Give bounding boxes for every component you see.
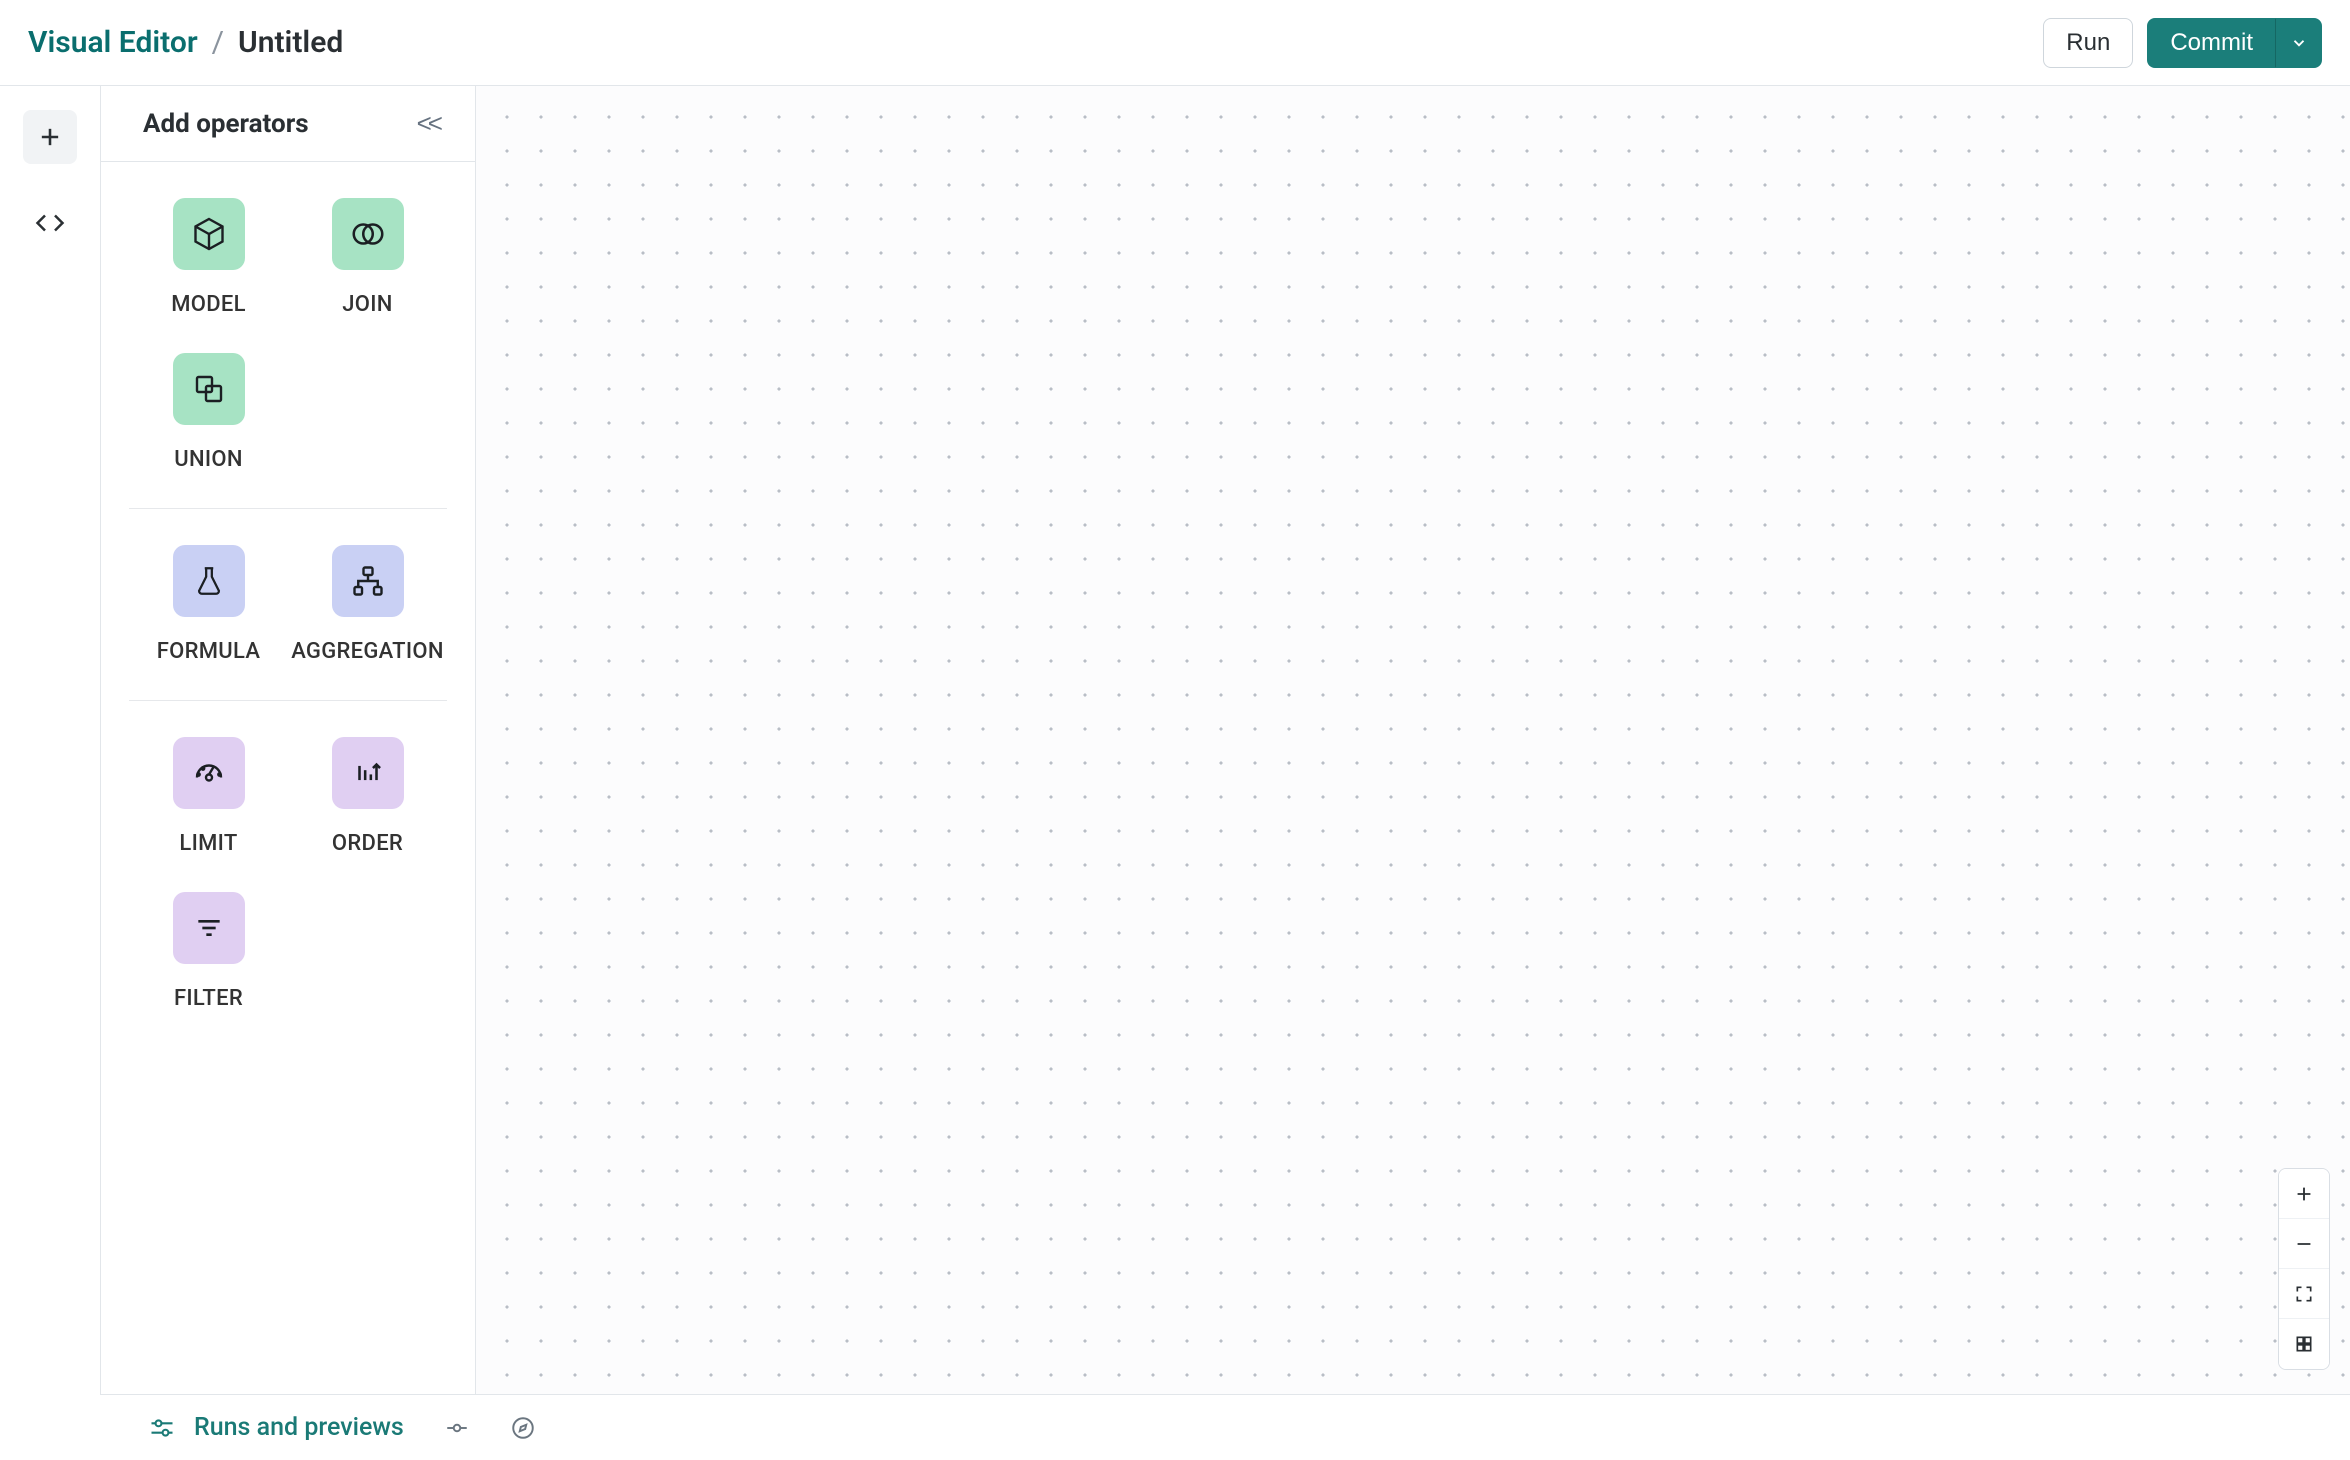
runs-previews-button[interactable]: Runs and previews bbox=[148, 1413, 404, 1442]
operator-label: FILTER bbox=[174, 986, 243, 1011]
collapse-panel-button[interactable]: << bbox=[417, 108, 439, 139]
plus-icon bbox=[2293, 1183, 2315, 1205]
left-toolbar bbox=[0, 86, 100, 1394]
chevron-left-double-icon: << bbox=[417, 108, 439, 138]
venn-icon bbox=[332, 198, 404, 270]
shapes-union-icon bbox=[173, 353, 245, 425]
app-name-link[interactable]: Visual Editor bbox=[28, 25, 198, 60]
operator-aggregation[interactable]: AGGREGATION bbox=[288, 545, 447, 664]
runs-previews-label: Runs and previews bbox=[194, 1413, 404, 1442]
operator-list: MODEL JOIN UNION bbox=[101, 162, 475, 1047]
chevron-down-icon bbox=[2290, 34, 2308, 52]
operator-label: UNION bbox=[174, 447, 243, 472]
commit-dropdown-button[interactable] bbox=[2276, 18, 2322, 68]
compass-icon[interactable] bbox=[510, 1415, 536, 1441]
gauge-icon bbox=[173, 737, 245, 809]
code-icon bbox=[35, 208, 65, 238]
operators-panel: Add operators << MODEL JOIN bbox=[100, 86, 476, 1394]
panel-header: Add operators << bbox=[101, 86, 475, 162]
operator-label: LIMIT bbox=[179, 831, 237, 856]
zoom-in-button[interactable] bbox=[2279, 1169, 2329, 1219]
operator-union[interactable]: UNION bbox=[129, 353, 288, 472]
sort-icon bbox=[332, 737, 404, 809]
header-actions: Run Commit bbox=[2043, 18, 2322, 68]
run-button[interactable]: Run bbox=[2043, 18, 2133, 68]
operator-group-inputs: MODEL JOIN UNION bbox=[129, 198, 447, 508]
operator-limit[interactable]: LIMIT bbox=[129, 737, 288, 856]
operator-model[interactable]: MODEL bbox=[129, 198, 288, 317]
operator-formula[interactable]: FORMULA bbox=[129, 545, 288, 664]
grid-icon bbox=[2294, 1334, 2314, 1354]
breadcrumb: Visual Editor / Untitled bbox=[28, 25, 343, 60]
group-divider bbox=[129, 700, 447, 701]
document-title[interactable]: Untitled bbox=[238, 25, 343, 60]
operator-label: AGGREGATION bbox=[291, 639, 444, 664]
zoom-out-button[interactable] bbox=[2279, 1219, 2329, 1269]
cube-icon bbox=[173, 198, 245, 270]
canvas-container bbox=[476, 86, 2350, 1394]
flask-icon bbox=[173, 545, 245, 617]
commit-button-group: Commit bbox=[2147, 18, 2322, 68]
commit-button[interactable]: Commit bbox=[2147, 18, 2276, 68]
panel-title: Add operators bbox=[143, 109, 309, 139]
minus-icon bbox=[2293, 1233, 2315, 1255]
operator-label: MODEL bbox=[171, 292, 246, 317]
add-tool-button[interactable] bbox=[23, 110, 77, 164]
operator-order[interactable]: ORDER bbox=[288, 737, 447, 856]
filter-lines-icon bbox=[173, 892, 245, 964]
canvas-controls bbox=[2278, 1168, 2330, 1370]
grid-view-button[interactable] bbox=[2279, 1319, 2329, 1369]
bottom-bar: Runs and previews bbox=[100, 1394, 2350, 1460]
main-area: Add operators << MODEL JOIN bbox=[0, 86, 2350, 1394]
group-divider bbox=[129, 508, 447, 509]
operator-group-filter: LIMIT ORDER FILTER bbox=[129, 737, 447, 1047]
hierarchy-icon bbox=[332, 545, 404, 617]
operator-filter[interactable]: FILTER bbox=[129, 892, 288, 1011]
header-bar: Visual Editor / Untitled Run Commit bbox=[0, 0, 2350, 86]
fit-screen-button[interactable] bbox=[2279, 1269, 2329, 1319]
operator-label: FORMULA bbox=[157, 639, 261, 664]
maximize-icon bbox=[2294, 1284, 2314, 1304]
adjustments-icon bbox=[148, 1414, 176, 1442]
canvas-surface[interactable] bbox=[476, 86, 2350, 1394]
operator-join[interactable]: JOIN bbox=[288, 198, 447, 317]
commit-node-icon[interactable] bbox=[444, 1415, 470, 1441]
breadcrumb-separator: / bbox=[212, 25, 224, 60]
plus-icon bbox=[36, 123, 64, 151]
code-tool-button[interactable] bbox=[23, 196, 77, 250]
operator-label: JOIN bbox=[342, 292, 392, 317]
operator-label: ORDER bbox=[332, 831, 403, 856]
operator-group-transform: FORMULA AGGREGATION bbox=[129, 545, 447, 700]
